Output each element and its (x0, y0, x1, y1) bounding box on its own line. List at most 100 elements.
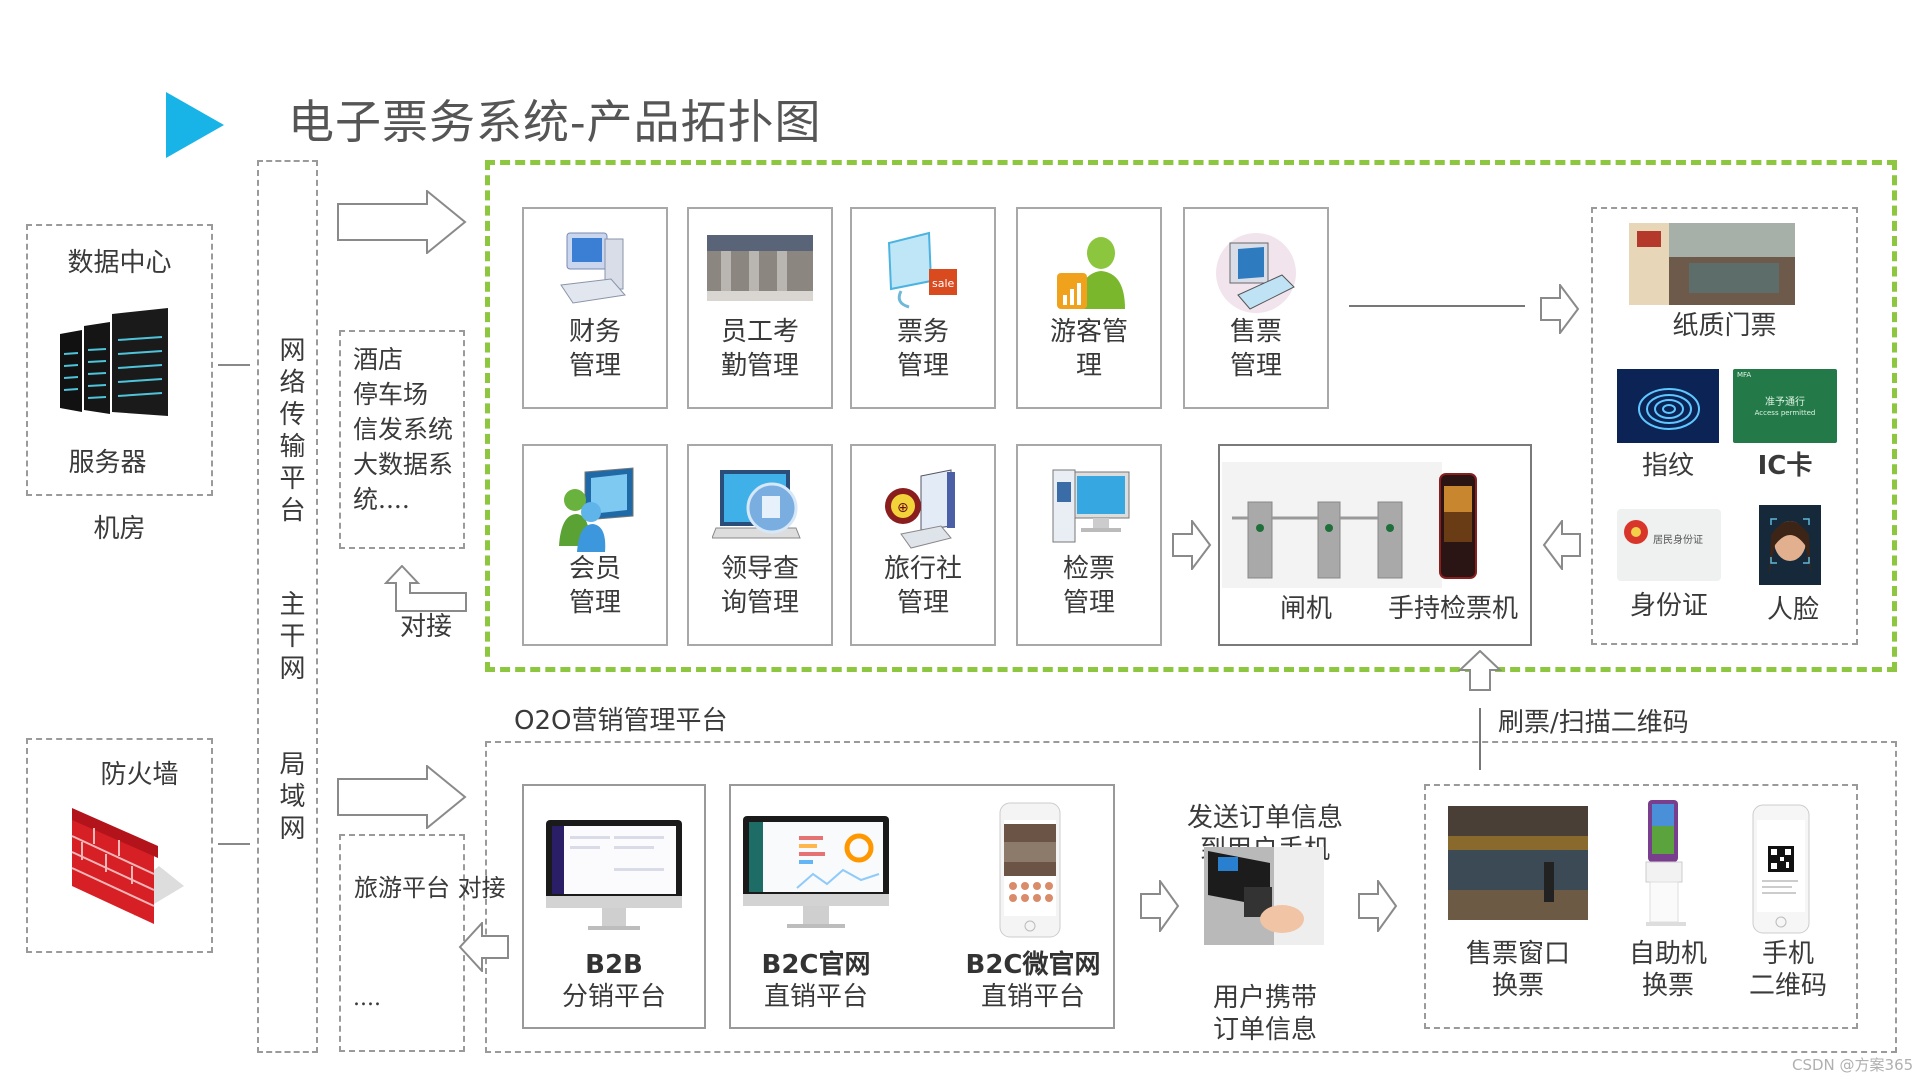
page-title: 电子票务系统-产品拓扑图 (288, 95, 822, 149)
paper-ticket-image (1629, 223, 1795, 305)
module-card-leader-query[interactable]: 领导查 询管理 (687, 444, 833, 646)
module-card-travel-agency[interactable]: ⊕ 旅行社 管理 (850, 444, 996, 646)
right-arrow-icon (1140, 880, 1180, 932)
right-arrow-icon (1172, 520, 1212, 570)
visitor-chart-icon (1041, 229, 1137, 317)
external-system-item: 停车场 (353, 380, 429, 409)
ticket-window-photo (1448, 806, 1588, 920)
travel-platform-name: 旅游平台 (354, 874, 450, 902)
data-center-title: 数据中心 (67, 248, 172, 278)
ic-card-text-en: Access permitted (1754, 409, 1816, 417)
data-center-box: 数据中心 服务器 (26, 224, 213, 496)
id-card-label: 身份证 (1629, 591, 1708, 621)
module-label: 检票 管理 (1062, 554, 1115, 618)
firewall-box: 防火墙 (26, 738, 213, 953)
self-service-kiosk-icon (1638, 798, 1698, 928)
module-card-attendance[interactable]: 员工考 勤管理 (687, 207, 833, 409)
up-arrow-icon (1458, 650, 1502, 692)
right-arrow-icon (337, 765, 467, 829)
server-label: 服务器 (68, 448, 147, 478)
b2b-sub: 分销平台 (561, 982, 666, 1012)
face-label: 人脸 (1766, 595, 1819, 625)
server-rack-icon (56, 304, 176, 424)
connector-line (218, 364, 250, 366)
external-system-item: 大数据系 (353, 450, 454, 479)
b2c-wechat-head: B2C微官网 (965, 950, 1101, 980)
handheld-scanner-icon (1438, 472, 1478, 580)
module-label: 票务 管理 (896, 317, 949, 381)
b2c-web-sub: 直销平台 (763, 982, 868, 1012)
query-laptop-icon (712, 466, 808, 554)
scan-label: 刷票/扫描二维码 (1498, 708, 1689, 738)
paper-ticket-label: 纸质门票 (1672, 311, 1777, 341)
monitor-sale-icon: sale (875, 229, 971, 317)
module-card-finance[interactable]: 财务 管理 (522, 207, 668, 409)
ic-card-label: IC卡 (1757, 451, 1813, 481)
ticket-terminal-icon (1208, 229, 1304, 317)
ticket-exchange-box: 售票窗口 换票 自助机 换票 手机 二维码 (1424, 784, 1858, 1029)
module-label: 游客管 理 (1049, 317, 1128, 381)
external-system-item: 酒店 (353, 345, 404, 374)
external-system-item: 统.... (353, 485, 410, 514)
ic-card-image: MFA 准予通行 Access permitted (1733, 369, 1837, 443)
external-system-item: 信发系统 (353, 415, 454, 444)
module-card-visitor[interactable]: 游客管 理 (1016, 207, 1162, 409)
computer-icon (547, 229, 643, 317)
ticket-media-box: 纸质门票 MFA 准予通行 Access permitted 指纹 IC卡 居民… (1591, 207, 1858, 645)
b2c-web-head: B2C官网 (761, 950, 871, 980)
face-image (1759, 505, 1821, 585)
right-arrow-icon (337, 190, 467, 254)
module-label: 财务 管理 (568, 317, 621, 381)
turnstile-gate-icon (1222, 462, 1442, 588)
machine-room-caption: 机房 (93, 514, 146, 544)
carry-order-label: 用户携带 订单信息 (1170, 950, 1360, 1046)
travel-platform-more: .... (353, 986, 381, 1011)
b2c-platform-card[interactable]: B2C官网 直销平台 B2C微官网 直销平台 (729, 784, 1115, 1029)
brick-wall-icon (64, 806, 194, 926)
svg-text:⊕: ⊕ (897, 500, 909, 516)
b2c-wechat-sub: 直销平台 (980, 982, 1085, 1012)
module-label: 旅行社 管理 (883, 554, 962, 618)
left-arrow-icon (458, 922, 510, 972)
smartphone-icon (999, 802, 1061, 938)
module-label: 领导查 询管理 (720, 554, 799, 618)
right-arrow-icon (1358, 880, 1398, 932)
b2b-platform-card[interactable]: B2B 分销平台 (522, 784, 706, 1029)
module-label: 员工考 勤管理 (720, 317, 799, 381)
connect-label: 对接 (400, 612, 453, 642)
module-label: 售票 管理 (1229, 317, 1282, 381)
module-card-ticketing[interactable]: sale 票务 管理 (850, 207, 996, 409)
firewall-title: 防火墙 (100, 760, 179, 790)
up-corner-arrow-icon (384, 565, 468, 613)
left-arrow-icon (1542, 520, 1582, 570)
external-systems-box: 酒店 停车场 信发系统 大数据系 统.... (339, 330, 465, 549)
check-kiosk-icon (1041, 466, 1137, 554)
o2o-title-text: O2O营销管理平台 (514, 706, 728, 736)
gate-label: 闸机 (1280, 594, 1333, 624)
id-card-image: 居民身份证 (1617, 509, 1721, 581)
carry-order-text: 用户携带 订单信息 (1212, 983, 1317, 1045)
phone-qr-icon (1752, 804, 1810, 934)
ic-card-corner-text: MFA (1737, 371, 1752, 379)
desktop-dashboard-icon (741, 814, 891, 936)
right-arrow-icon (1540, 284, 1580, 334)
connector-line (1349, 305, 1525, 307)
ic-card-text-cn: 准予通行 (1765, 397, 1805, 408)
travel-agency-pc-icon: ⊕ (875, 466, 971, 554)
watermark: CSDN @方案365 (1792, 1056, 1914, 1074)
exchange-phone-label: 手机 二维码 (1748, 939, 1827, 1001)
module-card-checking[interactable]: 检票 管理 (1016, 444, 1162, 646)
turnstile-photo-icon (707, 235, 813, 301)
travel-platform-box: .... (339, 834, 465, 1052)
desktop-monitor-icon (544, 818, 684, 938)
travel-connect-label: 对接 (457, 874, 506, 902)
module-card-member[interactable]: 会员 管理 (522, 444, 668, 646)
member-users-icon (547, 466, 643, 554)
module-label: 会员 管理 (568, 554, 621, 618)
svg-text:sale: sale (932, 277, 955, 290)
id-card-text: 居民身份证 (1653, 535, 1703, 546)
o2o-title: O2O营销管理平台 (514, 706, 727, 737)
module-card-sales[interactable]: 售票 管理 (1183, 207, 1329, 409)
b2b-head: B2B (585, 950, 643, 980)
fingerprint-image (1617, 369, 1719, 443)
